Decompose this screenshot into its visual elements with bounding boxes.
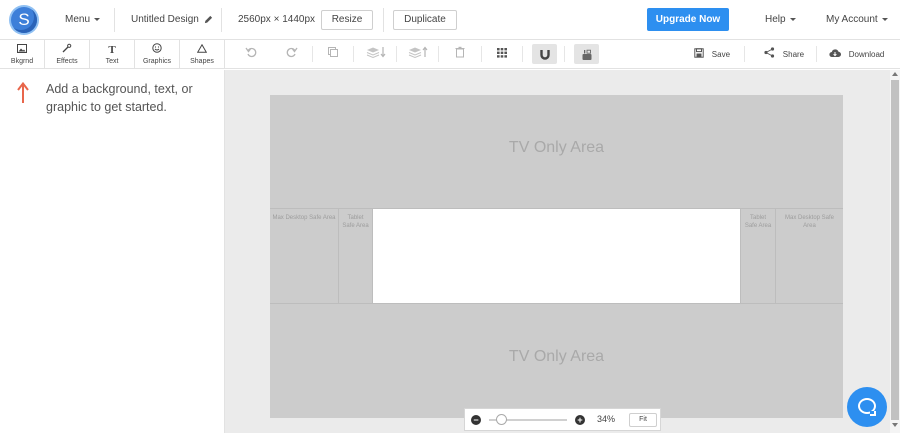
download-button[interactable]: Download	[829, 40, 884, 69]
getting-started-hint: Add a background, text, or graphic to ge…	[46, 82, 193, 114]
tool-graphics[interactable]: Graphics	[135, 40, 180, 68]
workspace-scrollbar[interactable]	[890, 70, 900, 433]
tool-label: Text	[105, 58, 119, 65]
divider	[438, 46, 439, 62]
resize-button[interactable]: Resize	[321, 10, 373, 30]
left-panel: Add a background, text, or graphic to ge…	[0, 70, 225, 433]
trash-icon[interactable]	[452, 46, 468, 62]
design-canvas[interactable]: TV Only Area Max Desktop Safe Area Table…	[270, 95, 843, 418]
smiley-icon	[135, 43, 179, 57]
magnet-icon[interactable]	[532, 44, 557, 64]
cloud-download-icon	[829, 49, 844, 60]
share-label: Share	[782, 50, 805, 59]
chevron-down-icon	[881, 17, 888, 21]
upgrade-now-button[interactable]: Upgrade Now	[647, 8, 729, 31]
tool-background[interactable]: Bkgrnd	[0, 40, 45, 68]
chat-support-button[interactable]	[847, 387, 887, 427]
safe-area-label: Tablet Safe Area	[744, 215, 772, 229]
send-backward-icon[interactable]	[366, 46, 386, 62]
menu-dropdown[interactable]: Menu	[65, 0, 101, 40]
help-label: Help	[765, 14, 786, 25]
scroll-thumb[interactable]	[891, 80, 899, 420]
tablet-safe-area-right: Tablet Safe Area	[740, 209, 775, 303]
tool-text[interactable]: T Text	[90, 40, 135, 68]
my-account-label: My Account	[826, 14, 878, 25]
design-name-label: Untitled Design	[131, 14, 199, 25]
canvas-dimensions: 2560px × 1440px	[238, 14, 316, 25]
tool-effects[interactable]: Effects	[45, 40, 90, 68]
zoom-slider-handle[interactable]	[496, 414, 507, 425]
top-bar: S Menu Untitled Design 2560px × 1440px R…	[0, 0, 900, 40]
share-icon	[764, 47, 778, 60]
app-logo[interactable]: S	[11, 7, 37, 33]
max-desktop-safe-area-left: Max Desktop Safe Area	[270, 209, 339, 303]
tool-label: Shapes	[190, 58, 214, 65]
save-label: Save	[711, 50, 731, 59]
undo-icon[interactable]	[243, 46, 259, 62]
divider	[221, 8, 222, 32]
zoom-bar: − + 34% Fit	[464, 408, 661, 431]
duplicate-button[interactable]: Duplicate	[393, 10, 457, 30]
tv-only-area-top: TV Only Area	[508, 139, 605, 156]
divider	[312, 46, 313, 62]
zoom-percent: 34%	[597, 414, 616, 424]
divider	[816, 46, 817, 62]
save-icon	[694, 48, 707, 60]
tablet-safe-area-left: Tablet Safe Area	[339, 209, 373, 303]
divider	[522, 46, 523, 62]
bring-forward-icon[interactable]	[408, 46, 428, 62]
safe-area-label: Tablet Safe Area	[342, 215, 369, 229]
arrow-up-icon	[17, 82, 29, 103]
save-button[interactable]: Save	[694, 40, 730, 69]
zoom-fit-button[interactable]: Fit	[629, 413, 657, 427]
triangle-icon	[180, 43, 224, 57]
divider	[564, 46, 565, 62]
download-label: Download	[848, 50, 885, 59]
canvas-toolbar: Save Share Download	[225, 40, 900, 69]
divider	[383, 8, 384, 32]
safe-area-label: Max Desktop Safe Area	[784, 215, 835, 229]
wand-icon	[45, 43, 89, 57]
chevron-down-icon	[94, 17, 101, 21]
safe-area-label: Max Desktop Safe Area	[272, 215, 336, 221]
copy-icon[interactable]	[325, 46, 341, 62]
tool-shapes[interactable]: Shapes	[180, 40, 225, 68]
scroll-down-icon[interactable]	[892, 423, 898, 427]
divider	[396, 46, 397, 62]
pencil-icon	[204, 15, 212, 23]
chat-bubble-tail	[870, 411, 876, 416]
chevron-down-icon	[789, 17, 796, 21]
tool-label: Effects	[56, 58, 78, 65]
share-button[interactable]: Share	[764, 40, 804, 69]
mobile-safe-area[interactable]	[373, 209, 740, 303]
help-dropdown[interactable]: Help	[765, 0, 796, 40]
redo-icon[interactable]	[284, 46, 300, 62]
youtube-icon[interactable]	[574, 44, 599, 64]
max-desktop-safe-area-right: Max Desktop Safe Area	[775, 209, 843, 303]
tool-label: Graphics	[142, 58, 171, 65]
logo-letter: S	[18, 10, 30, 29]
my-account-dropdown[interactable]: My Account	[826, 0, 888, 40]
text-icon: T	[108, 44, 116, 56]
divider	[114, 8, 115, 32]
design-name[interactable]: Untitled Design	[131, 0, 213, 40]
zoom-out-button[interactable]: −	[471, 415, 481, 425]
divider	[744, 46, 745, 62]
image-icon	[0, 43, 44, 57]
menu-label: Menu	[65, 14, 91, 25]
grid-icon[interactable]	[494, 46, 510, 62]
tool-label: Bkgrnd	[10, 58, 34, 65]
tv-only-area-bottom: TV Only Area	[508, 348, 605, 365]
safe-area-row: Max Desktop Safe Area Tablet Safe Area T…	[270, 208, 843, 304]
tool-tabs: Bkgrnd Effects T Text Graphics Shapes	[0, 40, 225, 69]
divider	[353, 46, 354, 62]
divider	[481, 46, 482, 62]
scroll-up-icon[interactable]	[892, 72, 898, 76]
zoom-in-button[interactable]: +	[575, 415, 585, 425]
